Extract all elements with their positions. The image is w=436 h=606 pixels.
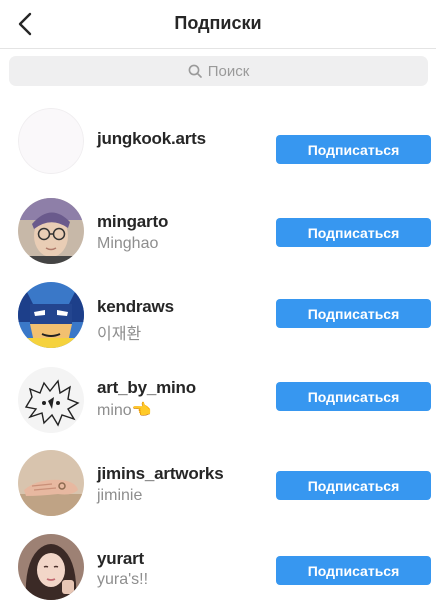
username[interactable]: kendraws bbox=[97, 297, 174, 317]
follow-button[interactable]: Подписаться bbox=[276, 135, 431, 164]
username[interactable]: jimins_artworks bbox=[97, 464, 224, 484]
list-item[interactable]: kendraws 이재환 Подписаться bbox=[0, 270, 436, 354]
search-input[interactable]: Поиск bbox=[9, 56, 428, 86]
avatar[interactable] bbox=[18, 450, 84, 516]
avatar[interactable] bbox=[18, 367, 84, 433]
avatar[interactable] bbox=[18, 534, 84, 600]
full-name: Minghao bbox=[97, 235, 159, 252]
top-bar: Подписки bbox=[0, 0, 436, 49]
username[interactable]: jungkook.arts bbox=[97, 129, 206, 149]
full-name: jiminie bbox=[97, 487, 143, 504]
avatar[interactable] bbox=[18, 198, 84, 264]
full-name: mino👈 bbox=[97, 402, 152, 419]
full-name: yura's!! bbox=[97, 571, 149, 588]
follow-button[interactable]: Подписаться bbox=[276, 382, 431, 411]
follow-button[interactable]: Подписаться bbox=[276, 218, 431, 247]
search-placeholder: Поиск bbox=[207, 62, 250, 80]
username[interactable]: mingarto bbox=[97, 212, 168, 232]
full-name: 이재환 bbox=[97, 326, 142, 343]
avatar[interactable] bbox=[18, 108, 84, 174]
list-item[interactable]: jimins_artworks jiminie Подписаться bbox=[0, 440, 436, 524]
avatar[interactable] bbox=[18, 282, 84, 348]
page-title: Подписки bbox=[174, 13, 262, 33]
follow-button[interactable]: Подписаться bbox=[276, 299, 431, 328]
list-item[interactable]: yurart yura's!! Подписаться bbox=[0, 522, 436, 606]
list-item[interactable]: mingarto Minghao Подписаться bbox=[0, 188, 436, 272]
follow-button[interactable]: Подписаться bbox=[276, 471, 431, 500]
follow-button[interactable]: Подписаться bbox=[276, 556, 431, 585]
username[interactable]: art_by_mino bbox=[97, 378, 196, 398]
list-item[interactable]: art_by_mino mino👈 Подписаться bbox=[0, 354, 436, 438]
list-item[interactable]: jungkook.arts Подписаться bbox=[0, 103, 436, 187]
search-icon bbox=[188, 64, 202, 78]
username[interactable]: yurart bbox=[97, 549, 144, 569]
